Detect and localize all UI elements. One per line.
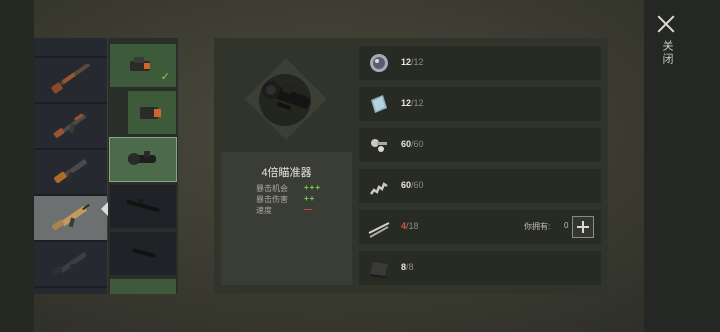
weapon-item-ak[interactable] (34, 104, 107, 150)
stat-label: 暴击伤害 (256, 195, 288, 204)
attachment-list: ✓ (108, 38, 178, 294)
scope-item-red-dot[interactable]: ✓ (110, 44, 176, 87)
owned-label: 你拥有: (524, 222, 551, 231)
scope-item-long[interactable] (110, 185, 176, 228)
shotgun-icon (51, 64, 90, 94)
stat-value: ++ (304, 194, 316, 203)
short-scope-icon (132, 248, 156, 258)
weapon-item-shotgun[interactable] (34, 58, 107, 104)
smg-icon (54, 159, 87, 183)
red-dot-scope-icon (130, 57, 150, 71)
metal-rods-icon (368, 222, 390, 238)
weapon-list (34, 38, 107, 294)
stat-label: 暴击机会 (256, 184, 288, 193)
stat-value: — (304, 205, 313, 214)
owned-count: 0 (564, 221, 569, 230)
stat-crit-damage: 暴击伤害 ++ (256, 194, 314, 205)
material-count: 12/12 (401, 57, 424, 67)
stat-label: 速度 (256, 206, 272, 215)
left-edge (0, 0, 34, 332)
material-row-sheet: 8/8 (359, 251, 601, 285)
weapon-item-partial[interactable] (34, 38, 107, 58)
selected-weapon-arrow-icon (101, 202, 108, 216)
right-panel-strip (644, 0, 720, 332)
material-row-spring: 60/60 (359, 169, 601, 203)
screws-icon (371, 139, 387, 152)
equipped-check-icon: ✓ (160, 71, 170, 83)
spring-icon (370, 182, 388, 195)
4x-scope-preview-icon (262, 81, 311, 111)
weapon-item-m4[interactable] (34, 242, 107, 288)
scar-rifle-icon (51, 203, 90, 231)
ak-rifle-icon (53, 113, 87, 138)
4x-scope-icon (128, 151, 156, 165)
material-row-lens: 12/12 (359, 46, 601, 80)
item-title: 4倍瞄准器 (261, 167, 312, 179)
weapon-item-scar[interactable] (34, 196, 107, 242)
close-label: 关闭 (661, 40, 673, 66)
scope-item-partial[interactable] (110, 279, 176, 294)
scope-preview (243, 56, 329, 142)
scope-item-short[interactable] (110, 232, 176, 275)
material-row-screws: 60/60 (359, 128, 601, 162)
close-button[interactable] (654, 12, 678, 36)
material-row-glass: 12/12 (359, 87, 601, 121)
material-count: 4/18 (401, 221, 419, 231)
weapon-item-partial-bottom[interactable] (34, 288, 107, 294)
material-count: 8/8 (401, 262, 414, 272)
scope-item-4x[interactable] (109, 137, 177, 182)
metal-sheet-icon (370, 262, 388, 278)
long-scope-icon (126, 199, 160, 212)
lens-icon (370, 54, 388, 72)
item-info-card: 4倍瞄准器 暴击机会 +++ 暴击伤害 ++ 速度 — (221, 152, 352, 285)
stat-crit-chance: 暴击机会 +++ (256, 183, 320, 194)
material-count: 12/12 (401, 98, 424, 108)
weapon-item-smg[interactable] (34, 150, 107, 196)
holo-scope-icon (140, 107, 161, 119)
material-row-rods: 4/18 你拥有: 0 (359, 210, 601, 244)
scope-item-holo[interactable] (128, 91, 176, 134)
material-count: 60/60 (401, 180, 424, 190)
stat-speed: 速度 — (256, 205, 312, 216)
material-count: 60/60 (401, 139, 424, 149)
glass-plate-icon (371, 95, 387, 113)
stat-value: +++ (304, 183, 322, 192)
add-material-button[interactable] (572, 216, 594, 238)
m4-rifle-icon (51, 252, 87, 276)
